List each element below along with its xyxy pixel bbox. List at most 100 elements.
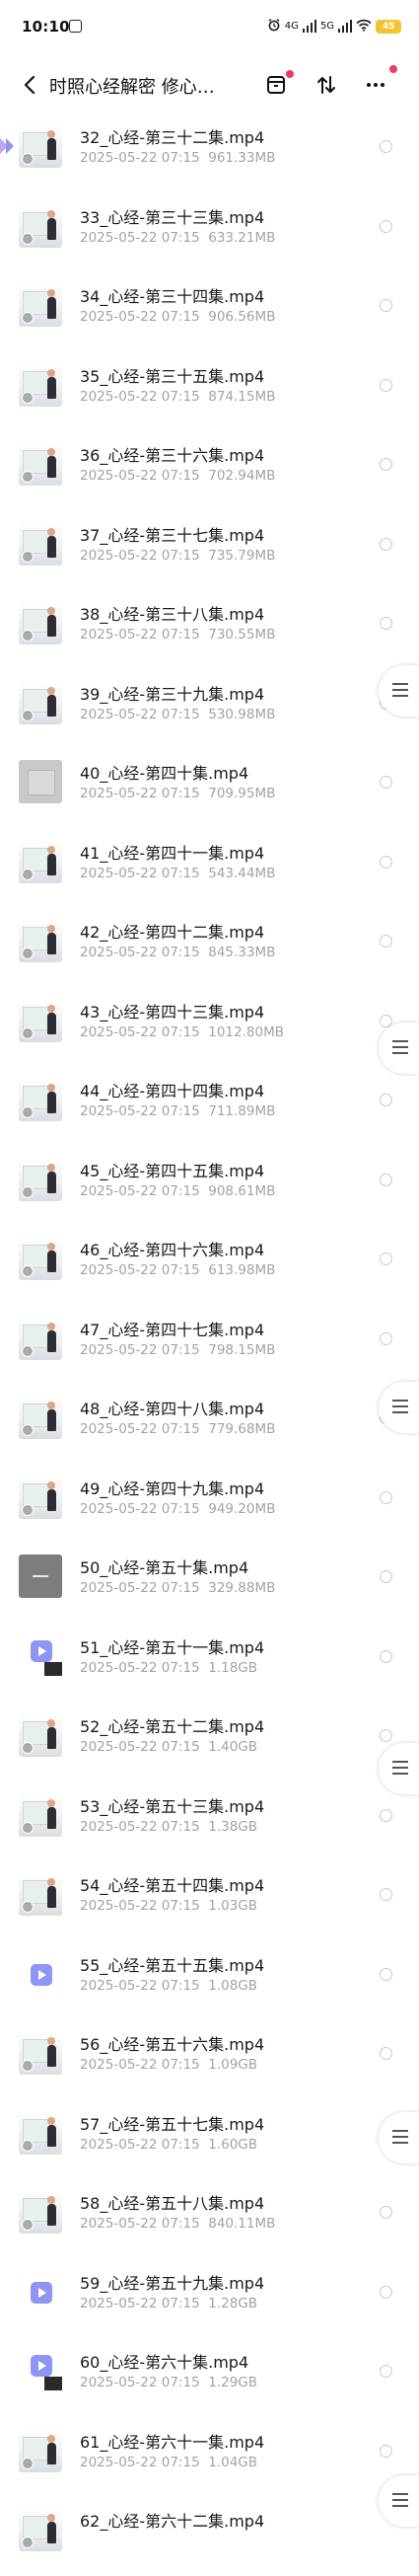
file-size: 1.38GB	[208, 1818, 258, 1835]
select-radio[interactable]	[380, 1252, 392, 1265]
video-thumbnail	[19, 1792, 62, 1837]
file-size: 1.04GB	[208, 2454, 258, 2470]
select-radio[interactable]	[380, 1808, 392, 1822]
select-radio[interactable]	[380, 458, 392, 471]
file-row[interactable]: 57_心经-第五十七集.mp4 2025-05-22 07:15 1.60GB	[0, 2099, 419, 2179]
file-size: 735.79MB	[208, 547, 276, 564]
select-radio[interactable]	[380, 1888, 392, 1901]
file-row[interactable]: 43_心经-第四十三集.mp4 2025-05-22 07:15 1012.80M…	[0, 987, 419, 1067]
signal-icon-1	[302, 20, 317, 33]
select-radio[interactable]	[380, 537, 392, 551]
file-size: 1.40GB	[208, 1739, 258, 1755]
select-radio[interactable]	[380, 2444, 392, 2458]
notification-dot	[389, 65, 397, 73]
file-row[interactable]: 40_心经-第四十集.mp4 2025-05-22 07:15 709.95MB	[0, 748, 419, 828]
select-radio[interactable]	[380, 2365, 392, 2378]
file-row[interactable]: 56_心经-第五十六集.mp4 2025-05-22 07:15 1.09GB	[0, 2019, 419, 2099]
video-thumbnail	[19, 998, 62, 1042]
file-row[interactable]: 32_心经-第三十二集.mp4 2025-05-22 07:15 961.33MB	[0, 113, 419, 192]
select-radio[interactable]	[380, 2047, 392, 2060]
video-thumbnail	[19, 1316, 62, 1360]
file-row[interactable]: 62_心经-第六十二集.mp4	[0, 2496, 419, 2576]
select-radio[interactable]	[380, 1649, 392, 1663]
file-size: 730.55MB	[208, 627, 276, 643]
file-row[interactable]: 53_心经-第五十三集.mp4 2025-05-22 07:15 1.38GB	[0, 1781, 419, 1861]
file-row[interactable]: 38_心经-第三十八集.mp4 2025-05-22 07:15 730.55MB	[0, 589, 419, 669]
select-radio[interactable]	[380, 378, 392, 392]
file-meta: 2025-05-22 07:15 840.11MB	[80, 2216, 275, 2232]
file-name: 38_心经-第三十八集.mp4	[80, 605, 265, 624]
file-name: 60_心经-第六十集.mp4	[80, 2353, 249, 2372]
file-size: 613.98MB	[208, 1262, 276, 1278]
file-meta: 2025-05-22 07:15 530.98MB	[80, 707, 275, 722]
select-radio[interactable]	[380, 1729, 392, 1742]
file-name: 35_心经-第三十五集.mp4	[80, 366, 265, 386]
battery-indicator: 45	[376, 19, 401, 34]
file-date: 2025-05-22 07:15	[80, 1818, 200, 1835]
video-thumbnail	[19, 283, 62, 327]
file-name: 43_心经-第四十三集.mp4	[80, 1002, 265, 1022]
select-radio[interactable]	[380, 1173, 392, 1186]
file-row[interactable]: 46_心经-第四十六集.mp4 2025-05-22 07:15 613.98MB	[0, 1225, 419, 1305]
file-row[interactable]: 36_心经-第三十六集.mp4 2025-05-22 07:15 702.94MB	[0, 430, 419, 510]
select-radio[interactable]	[380, 1490, 392, 1504]
page-title: 时照心经解密 修心…	[49, 77, 215, 98]
file-meta: 2025-05-22 07:15 329.88MB	[80, 1580, 275, 1596]
select-radio[interactable]	[380, 1331, 392, 1345]
file-row[interactable]: 34_心经-第三十四集.mp4 2025-05-22 07:15 906.56MB	[0, 271, 419, 351]
menu-lines-icon	[392, 1040, 408, 1058]
file-meta: 2025-05-22 07:15 709.95MB	[80, 786, 275, 801]
file-date: 2025-05-22 07:15	[80, 1103, 200, 1119]
file-date: 2025-05-22 07:15	[80, 1898, 200, 1914]
file-row[interactable]: 44_心经-第四十四集.mp4 2025-05-22 07:15 711.89MB	[0, 1066, 419, 1146]
file-date: 2025-05-22 07:15	[80, 2295, 200, 2311]
select-radio[interactable]	[380, 1570, 392, 1583]
file-row[interactable]: 47_心经-第四十七集.mp4 2025-05-22 07:15 798.15MB	[0, 1305, 419, 1385]
select-radio[interactable]	[380, 1967, 392, 1981]
file-row[interactable]: 48_心经-第四十八集.mp4 2025-05-22 07:15 779.68MB	[0, 1384, 419, 1464]
file-row[interactable]: 50_心经-第五十集.mp4 2025-05-22 07:15 329.88MB	[0, 1543, 419, 1623]
file-row[interactable]: 37_心经-第三十七集.mp4 2025-05-22 07:15 735.79MB	[0, 510, 419, 590]
file-row[interactable]: 45_心经-第四十五集.mp4 2025-05-22 07:15 908.61MB	[0, 1146, 419, 1226]
select-radio[interactable]	[380, 219, 392, 233]
file-row[interactable]: 35_心经-第三十五集.mp4 2025-05-22 07:15 874.15MB	[0, 351, 419, 431]
file-row[interactable]: 52_心经-第五十二集.mp4 2025-05-22 07:15 1.40GB	[0, 1702, 419, 1781]
file-row[interactable]: 54_心经-第五十四集.mp4 2025-05-22 07:15 1.03GB	[0, 1860, 419, 1940]
menu-lines-icon	[392, 1400, 408, 1417]
file-size: 633.21MB	[208, 229, 276, 246]
select-radio[interactable]	[380, 2285, 392, 2299]
select-radio[interactable]	[380, 2206, 392, 2219]
file-date: 2025-05-22 07:15	[80, 1580, 200, 1596]
file-row[interactable]: 60_心经-第六十集.mp4 2025-05-22 07:15 1.29GB	[0, 2337, 419, 2417]
file-row[interactable]: 49_心经-第四十九集.mp4 2025-05-22 07:15 949.20MB	[0, 1464, 419, 1544]
file-row[interactable]: 41_心经-第四十一集.mp4 2025-05-22 07:15 543.44MB	[0, 828, 419, 908]
file-row[interactable]: 51_心经-第五十一集.mp4 2025-05-22 07:15 1.18GB	[0, 1623, 419, 1703]
select-radio[interactable]	[380, 140, 392, 153]
file-row[interactable]: 55_心经-第五十五集.mp4 2025-05-22 07:15 1.08GB	[0, 1940, 419, 2020]
file-row[interactable]: 33_心经-第三十三集.mp4 2025-05-22 07:15 633.21MB	[0, 192, 419, 272]
video-thumbnail	[19, 2110, 62, 2155]
select-radio[interactable]	[380, 1094, 392, 1106]
select-radio[interactable]	[380, 776, 392, 789]
select-radio[interactable]	[380, 855, 392, 869]
back-button[interactable]	[16, 69, 43, 101]
file-name: 58_心经-第五十八集.mp4	[80, 2194, 265, 2213]
video-thumbnail	[19, 680, 62, 724]
select-radio[interactable]	[380, 299, 392, 312]
file-meta: 2025-05-22 07:15 613.98MB	[80, 1262, 275, 1278]
status-indicators: 4G 5G 45	[267, 18, 401, 35]
archive-button[interactable]	[258, 67, 294, 103]
file-row[interactable]: 59_心经-第五十九集.mp4 2025-05-22 07:15 1.28GB	[0, 2258, 419, 2338]
file-row[interactable]: 42_心经-第四十二集.mp4 2025-05-22 07:15 845.33MB	[0, 907, 419, 987]
menu-lines-icon	[392, 2493, 408, 2511]
select-radio[interactable]	[380, 935, 392, 947]
file-name: 52_心经-第五十二集.mp4	[80, 1717, 265, 1736]
file-row[interactable]: 61_心经-第六十一集.mp4 2025-05-22 07:15 1.04GB	[0, 2417, 419, 2497]
file-size: 1.03GB	[208, 1898, 258, 1914]
more-options-button[interactable]	[358, 65, 397, 103]
file-row[interactable]: 58_心经-第五十八集.mp4 2025-05-22 07:15 840.11MB	[0, 2178, 419, 2258]
select-radio[interactable]	[380, 617, 392, 630]
sort-button[interactable]	[309, 67, 344, 103]
file-row[interactable]: 39_心经-第三十九集.mp4 2025-05-22 07:15 530.98MB	[0, 669, 419, 749]
file-meta: 2025-05-22 07:15 961.33MB	[80, 150, 275, 166]
